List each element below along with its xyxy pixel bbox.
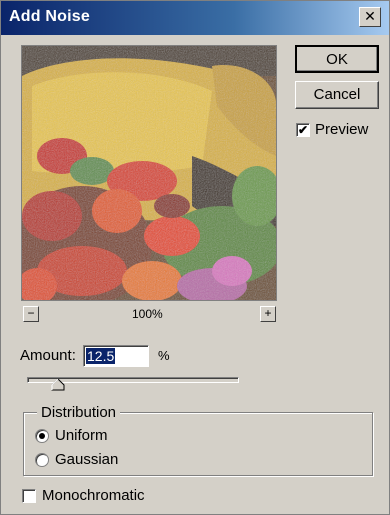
zoom-in-button[interactable]: +	[260, 306, 276, 322]
radio-selected-dot	[39, 433, 45, 439]
amount-label: Amount:	[20, 347, 76, 364]
uniform-radio[interactable]	[35, 429, 49, 443]
zoom-out-button[interactable]: −	[23, 306, 39, 322]
amount-unit: %	[158, 348, 170, 363]
dialog-title: Add Noise	[9, 8, 90, 25]
uniform-label: Uniform	[55, 427, 108, 444]
plus-icon: +	[264, 306, 272, 320]
cancel-button-label: Cancel	[313, 86, 361, 103]
preview-picture	[22, 46, 276, 300]
ok-button-label: OK	[326, 51, 348, 68]
checkmark-icon: ✔	[297, 123, 309, 137]
slider-thumb-icon[interactable]	[51, 379, 65, 391]
close-icon: ✕	[364, 8, 376, 24]
close-button[interactable]: ✕	[359, 7, 381, 27]
add-noise-dialog: Add Noise ✕ OK Cancel ✔ Preview − 100% +…	[0, 0, 390, 515]
ok-button[interactable]: OK	[295, 45, 379, 73]
monochromatic-label: Monochromatic	[42, 487, 145, 504]
title-bar[interactable]: Add Noise ✕	[1, 1, 389, 35]
zoom-level: 100%	[132, 307, 163, 321]
preview-image[interactable]	[21, 45, 277, 301]
preview-checkbox[interactable]: ✔	[296, 123, 310, 137]
minus-icon: −	[27, 306, 35, 320]
gaussian-label: Gaussian	[55, 451, 119, 468]
amount-value: 12.5	[86, 348, 116, 364]
preview-label: Preview	[315, 121, 369, 138]
distribution-legend: Distribution	[37, 404, 121, 421]
amount-input[interactable]: 12.5	[83, 345, 149, 367]
monochromatic-checkbox[interactable]	[22, 489, 36, 503]
gaussian-radio[interactable]	[35, 453, 49, 467]
cancel-button[interactable]: Cancel	[295, 81, 379, 109]
